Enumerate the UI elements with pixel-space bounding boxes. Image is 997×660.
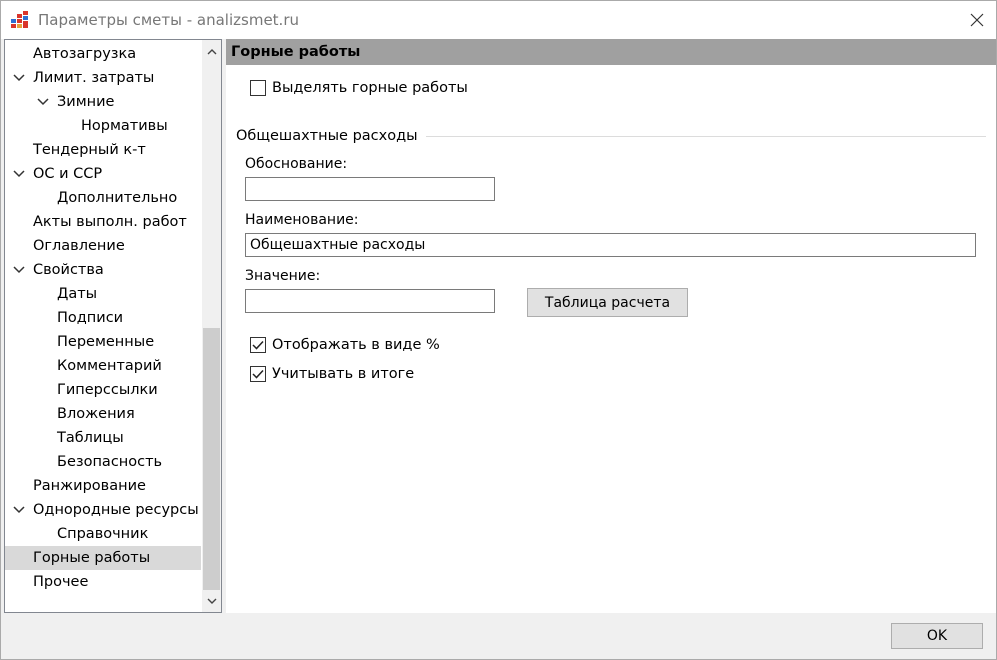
tree-item[interactable]: Горные работы (5, 546, 201, 570)
tree-item[interactable]: Тендерный к-т (5, 138, 201, 162)
tree-item[interactable]: Дополнительно (5, 186, 201, 210)
tree-item-label: Прочее (33, 574, 89, 590)
tree-item[interactable]: ОС и ССР (5, 162, 201, 186)
tree-item-label: ОС и ССР (33, 166, 103, 182)
tree-item[interactable]: Зимние (5, 90, 201, 114)
group-title: Общешахтные расходы (236, 128, 426, 144)
name-label: Наименование: (245, 212, 359, 228)
value-input[interactable] (245, 289, 495, 313)
expand-chevron-icon[interactable] (13, 73, 25, 83)
close-icon (970, 13, 984, 27)
include-total-checkbox[interactable] (250, 366, 266, 382)
tree-item-label: Гиперссылки (57, 382, 158, 398)
tree-scrollbar[interactable] (202, 40, 221, 612)
tree-item-label: Таблицы (57, 430, 124, 446)
tree-item[interactable]: Акты выполн. работ (5, 210, 201, 234)
chevron-down-icon (207, 598, 216, 604)
tree-item[interactable]: Вложения (5, 402, 201, 426)
show-percent-checkbox[interactable] (250, 337, 266, 353)
tree-item-label: Ранжирование (33, 478, 146, 494)
tree-item[interactable]: Однородные ресурсы (5, 498, 201, 522)
expand-chevron-icon[interactable] (13, 169, 25, 179)
include-total-label: Учитывать в итоге (272, 366, 415, 382)
show-percent-checkbox-row[interactable]: Отображать в виде % (250, 335, 440, 355)
tree-item-label: Переменные (57, 334, 155, 350)
tree-item[interactable]: Справочник (5, 522, 201, 546)
window-title: Параметры сметы - analizsmet.ru (38, 11, 299, 29)
highlight-mining-checkbox[interactable] (250, 80, 266, 96)
tree-item-label: Тендерный к-т (33, 142, 146, 158)
checkmark-icon (252, 369, 264, 379)
tree-item-label: Комментарий (57, 358, 162, 374)
tree-item-label: Даты (57, 286, 98, 302)
show-percent-label: Отображать в виде % (272, 337, 440, 353)
tree-item-label: Однородные ресурсы (33, 502, 199, 518)
group-divider (396, 136, 986, 137)
panel-header: Горные работы (226, 39, 996, 65)
tree-item[interactable]: Прочее (5, 570, 201, 594)
highlight-mining-checkbox-row[interactable]: Выделять горные работы (250, 78, 468, 98)
settings-panel: Горные работы Выделять горные работы Общ… (226, 39, 996, 613)
expand-chevron-icon[interactable] (13, 265, 25, 275)
expand-chevron-icon[interactable] (13, 505, 25, 515)
close-button[interactable] (957, 5, 997, 35)
chevron-up-icon (207, 48, 216, 54)
app-grid-icon (11, 11, 28, 28)
tree-item[interactable]: Переменные (5, 330, 201, 354)
tree-item[interactable]: Безопасность (5, 450, 201, 474)
tree-item-label: Горные работы (33, 550, 151, 566)
name-input[interactable] (245, 233, 976, 257)
ok-button[interactable]: OK (891, 623, 983, 649)
expand-chevron-icon[interactable] (37, 97, 49, 107)
basis-label: Обоснование: (245, 156, 348, 172)
tree-item-label: Зимние (57, 94, 115, 110)
scroll-up-button[interactable] (202, 40, 221, 62)
tree-item[interactable]: Комментарий (5, 354, 201, 378)
tree-item-label: Подписи (57, 310, 124, 326)
dialog-window: Параметры сметы - analizsmet.ru Автозагр… (0, 0, 997, 660)
checkmark-icon (252, 340, 264, 350)
tree-item[interactable]: Ранжирование (5, 474, 201, 498)
tree-item[interactable]: Подписи (5, 306, 201, 330)
tree-item-label: Безопасность (57, 454, 163, 470)
scroll-down-button[interactable] (202, 590, 221, 612)
tree-item[interactable]: Свойства (5, 258, 201, 282)
tree-item-label: Справочник (57, 526, 149, 542)
tree-item-label: Акты выполн. работ (33, 214, 187, 230)
tree-item[interactable]: Гиперссылки (5, 378, 201, 402)
tree-item-label: Автозагрузка (33, 46, 137, 62)
tree-item[interactable]: Лимит. затраты (5, 66, 201, 90)
tree-item[interactable]: Таблицы (5, 426, 201, 450)
tree-item[interactable]: Даты (5, 282, 201, 306)
settings-tree: Автозагрузка Лимит. затраты Зимние Норматив… (4, 39, 222, 613)
basis-input[interactable] (245, 177, 495, 201)
calc-table-button[interactable]: Таблица расчета (527, 288, 688, 317)
tree-item-label: Вложения (57, 406, 135, 422)
tree-item-label: Дополнительно (57, 190, 178, 206)
tree-item[interactable]: Автозагрузка (5, 42, 201, 66)
tree-item-label: Свойства (33, 262, 104, 278)
scroll-thumb[interactable] (203, 328, 220, 590)
tree-item-label: Нормативы (81, 118, 168, 134)
title-bar: Параметры сметы - analizsmet.ru (1, 1, 996, 39)
include-total-checkbox-row[interactable]: Учитывать в итоге (250, 364, 414, 384)
value-label: Значение: (245, 268, 321, 284)
tree-item-label: Лимит. затраты (33, 70, 155, 86)
tree-item-label: Оглавление (33, 238, 125, 254)
tree-item[interactable]: Нормативы (5, 114, 201, 138)
highlight-mining-label: Выделять горные работы (272, 80, 468, 96)
tree-item[interactable]: Оглавление (5, 234, 201, 258)
